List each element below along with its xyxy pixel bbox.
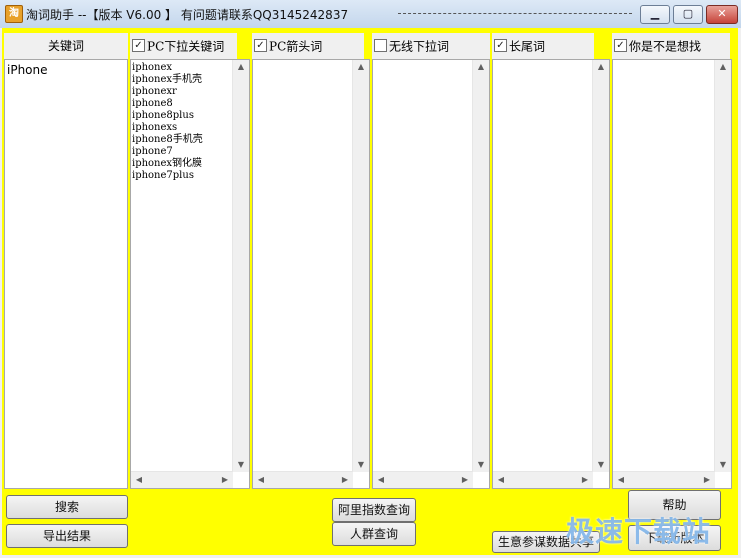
scroll-down-icon[interactable]: ▼ — [473, 460, 489, 470]
list-item[interactable]: iphonex — [132, 62, 203, 74]
list-long-tail[interactable]: ▲ ▼ ◀ ▶ — [492, 59, 610, 489]
scroll-left-icon[interactable]: ◀ — [493, 475, 509, 485]
title-bar[interactable]: 淘 淘词助手 --【版本 V6.00 】 有问题请联系QQ3145242837 … — [0, 0, 741, 28]
maximize-icon: ▢ — [682, 7, 694, 20]
vertical-scrollbar[interactable]: ▲ ▼ — [232, 60, 249, 472]
list-items: iphonex iphonex手机壳 iphonexr iphone8 iphone8p… — [132, 62, 203, 182]
list-item[interactable]: iphonexs — [132, 122, 203, 134]
list-item[interactable]: iphonex钢化膜 — [132, 158, 203, 170]
list-item[interactable]: iphone7 — [132, 146, 203, 158]
scroll-right-icon[interactable]: ▶ — [337, 475, 353, 485]
column-label: 无线下拉词 — [389, 39, 450, 54]
maximize-button[interactable]: ▢ — [673, 5, 703, 24]
scroll-left-icon[interactable]: ◀ — [131, 475, 147, 485]
scroll-up-icon[interactable]: ▲ — [715, 62, 731, 72]
app-window: 淘 淘词助手 --【版本 V6.00 】 有问题请联系QQ3145242837 … — [0, 0, 741, 558]
scroll-right-icon[interactable]: ▶ — [699, 475, 715, 485]
scroll-left-icon[interactable]: ◀ — [253, 475, 269, 485]
title-divider — [398, 13, 632, 14]
scroll-up-icon[interactable]: ▲ — [233, 62, 249, 72]
scroll-down-icon[interactable]: ▼ — [233, 460, 249, 470]
keyword-value: iPhone — [7, 63, 48, 77]
column-label: 你是不是想找 — [629, 39, 702, 54]
ali-index-query-button[interactable]: 阿里指数查询 — [332, 498, 416, 522]
list-pc-dropdown[interactable]: iphonex iphonex手机壳 iphonexr iphone8 iphone8p… — [130, 59, 250, 489]
column-label: PC箭头词 — [269, 39, 323, 54]
scroll-down-icon[interactable]: ▼ — [353, 460, 369, 470]
scroll-left-icon[interactable]: ◀ — [613, 475, 629, 485]
scroll-left-icon[interactable]: ◀ — [373, 475, 389, 485]
export-results-button[interactable]: 导出结果 — [6, 524, 128, 548]
list-mobile-dropdown[interactable]: ▲ ▼ ◀ ▶ — [372, 59, 490, 489]
list-item[interactable]: iphone8手机壳 — [132, 134, 203, 146]
column-header-mobile-dropdown: 无线下拉词 — [372, 33, 490, 59]
watermark-logo: 极速下载站 — [566, 515, 712, 548]
column-header-did-you-mean: ✓ 你是不是想找 — [612, 33, 730, 59]
minimize-icon: ▁ — [650, 7, 660, 20]
scroll-up-icon[interactable]: ▲ — [353, 62, 369, 72]
scroll-up-icon[interactable]: ▲ — [473, 62, 489, 72]
checkbox-did-you-mean[interactable]: ✓ — [614, 39, 627, 52]
column-label: 长尾词 — [509, 39, 546, 54]
scroll-down-icon[interactable]: ▼ — [715, 460, 731, 470]
list-item[interactable]: iphone7plus — [132, 170, 203, 182]
horizontal-scrollbar[interactable]: ◀ ▶ — [493, 471, 593, 488]
vertical-scrollbar[interactable]: ▲ ▼ — [472, 60, 489, 472]
keyword-input[interactable]: iPhone — [4, 59, 128, 489]
vertical-scrollbar[interactable]: ▲ ▼ — [714, 60, 731, 472]
checkbox-pc-arrow[interactable]: ✓ — [254, 39, 267, 52]
horizontal-scrollbar[interactable]: ◀ ▶ — [613, 471, 715, 488]
close-icon: ✕ — [717, 7, 727, 20]
list-item[interactable]: iphonexr — [132, 86, 203, 98]
minimize-button[interactable]: ▁ — [640, 5, 670, 24]
scroll-right-icon[interactable]: ▶ — [217, 475, 233, 485]
window-title: 淘词助手 --【版本 V6.00 】 有问题请联系QQ3145242837 — [26, 8, 349, 22]
scroll-down-icon[interactable]: ▼ — [593, 460, 609, 470]
vertical-scrollbar[interactable]: ▲ ▼ — [592, 60, 609, 472]
list-did-you-mean[interactable]: ▲ ▼ ◀ ▶ — [612, 59, 732, 489]
crowd-query-button[interactable]: 人群查询 — [332, 522, 416, 546]
checkbox-long-tail[interactable]: ✓ — [494, 39, 507, 52]
column-label: PC下拉关键词 — [147, 39, 225, 54]
horizontal-scrollbar[interactable]: ◀ ▶ — [253, 471, 353, 488]
column-header-pc-arrow: ✓ PC箭头词 — [252, 33, 364, 59]
app-icon: 淘 — [5, 5, 23, 23]
scroll-right-icon[interactable]: ▶ — [577, 475, 593, 485]
search-button[interactable]: 搜索 — [6, 495, 128, 519]
horizontal-scrollbar[interactable]: ◀ ▶ — [131, 471, 233, 488]
horizontal-scrollbar[interactable]: ◀ ▶ — [373, 471, 473, 488]
column-header-long-tail: ✓ 长尾词 — [492, 33, 594, 59]
scroll-right-icon[interactable]: ▶ — [457, 475, 473, 485]
list-pc-arrow[interactable]: ▲ ▼ ◀ ▶ — [252, 59, 370, 489]
scroll-up-icon[interactable]: ▲ — [593, 62, 609, 72]
keyword-header: 关键词 — [4, 33, 128, 59]
list-item[interactable]: iphone8plus — [132, 110, 203, 122]
close-button[interactable]: ✕ — [706, 5, 738, 24]
checkbox-mobile-dropdown[interactable] — [374, 39, 387, 52]
list-item[interactable]: iphonex手机壳 — [132, 74, 203, 86]
column-header-pc-dropdown: ✓ PC下拉关键词 — [130, 33, 237, 59]
vertical-scrollbar[interactable]: ▲ ▼ — [352, 60, 369, 472]
checkbox-pc-dropdown[interactable]: ✓ — [132, 39, 145, 52]
list-item[interactable]: iphone8 — [132, 98, 203, 110]
